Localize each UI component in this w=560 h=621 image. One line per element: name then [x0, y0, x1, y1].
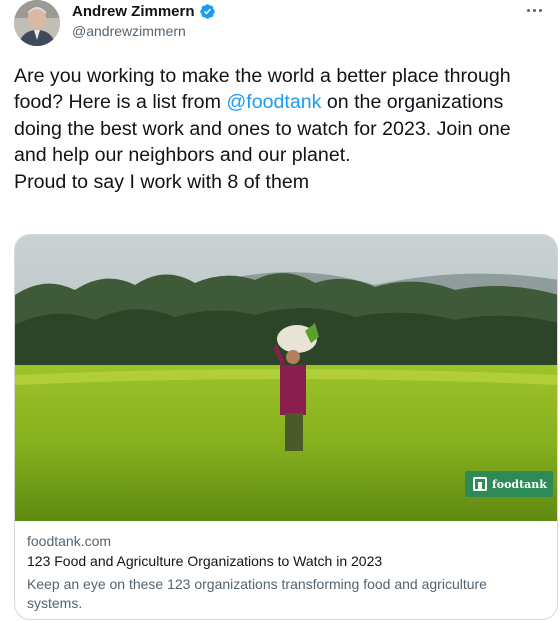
more-options-icon[interactable] — [522, 0, 546, 20]
tweet-text: Are you working to make the world a bett… — [14, 63, 544, 195]
mention-link[interactable]: @foodtank — [226, 91, 321, 113]
verified-badge-icon — [199, 4, 215, 19]
display-name[interactable]: Andrew Zimmern — [72, 3, 195, 20]
card-domain: foodtank.com — [27, 533, 112, 549]
card-description: Keep an eye on these 123 organizations t… — [27, 576, 487, 611]
link-card[interactable]: foodtank foodtank.com 123 Food and Agric… — [14, 234, 558, 620]
card-title: 123 Food and Agriculture Organizations t… — [27, 553, 383, 569]
foodtank-badge: foodtank — [465, 471, 553, 497]
card-image[interactable]: foodtank — [15, 235, 557, 521]
tweet-header: Andrew Zimmern @andrewzimmern — [14, 0, 546, 50]
handle[interactable]: @andrewzimmern — [72, 23, 186, 39]
avatar[interactable] — [14, 0, 60, 46]
foodtank-logo-icon — [473, 477, 487, 491]
